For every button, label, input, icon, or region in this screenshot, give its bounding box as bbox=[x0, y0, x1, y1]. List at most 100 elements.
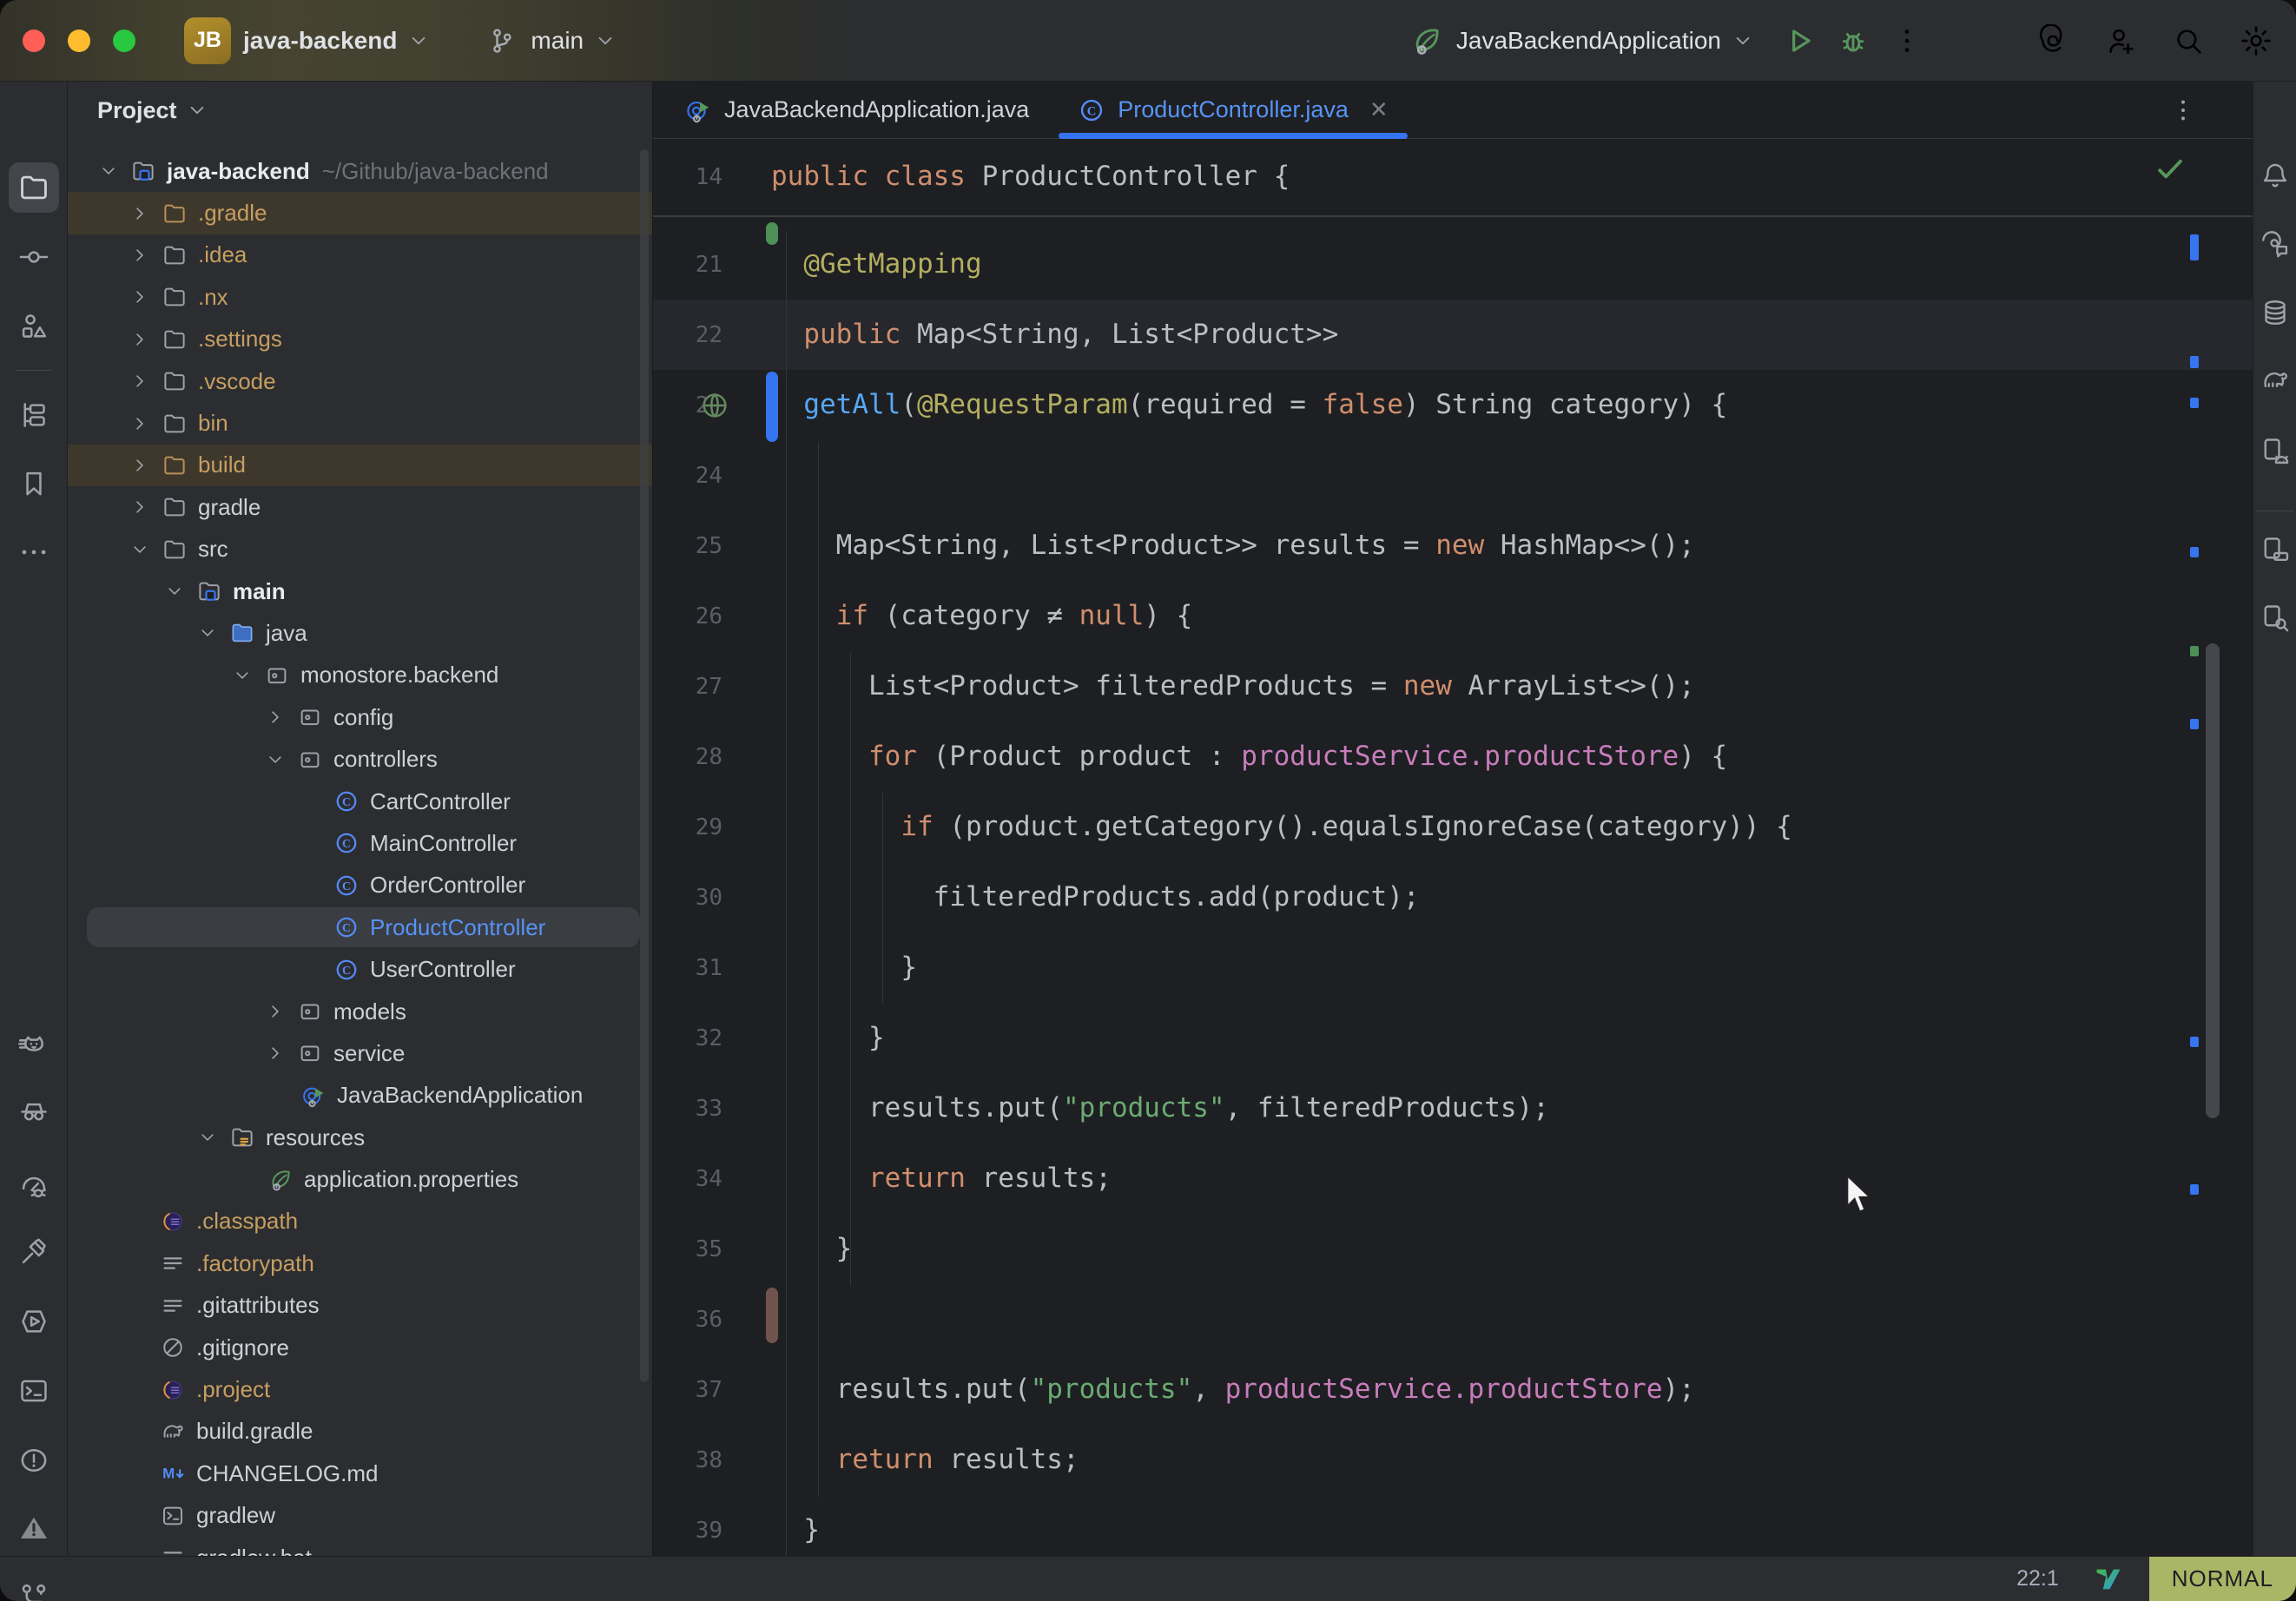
chevron-down-icon[interactable] bbox=[97, 162, 120, 180]
tree-row-gradle[interactable]: gradle bbox=[68, 486, 652, 528]
vim-mode-badge[interactable]: NORMAL bbox=[2149, 1557, 2296, 1601]
tree-row-bin[interactable]: bin bbox=[68, 402, 652, 444]
code-line-32[interactable]: 32 } bbox=[653, 1003, 2253, 1073]
tool-button-running-devices[interactable] bbox=[2255, 432, 2295, 471]
run-configuration-widget[interactable]: JavaBackendApplication bbox=[1409, 23, 1752, 58]
caret-position[interactable]: 22:1 bbox=[2016, 1566, 2059, 1591]
ideavim-icon[interactable] bbox=[2094, 1565, 2123, 1594]
tree-row--nx[interactable]: .nx bbox=[68, 276, 652, 318]
tool-button-services[interactable] bbox=[9, 1296, 59, 1347]
editor-body[interactable]: 14public class ProductController { 21 @G… bbox=[653, 139, 2253, 1556]
tool-button-structure[interactable] bbox=[9, 301, 59, 352]
tool-button-commit[interactable] bbox=[9, 232, 59, 282]
tree-row-changelog-md[interactable]: MCHANGELOG.md bbox=[68, 1453, 652, 1494]
code-line-39[interactable]: 39 } bbox=[653, 1495, 2253, 1556]
tree-row-gradlew-bat[interactable]: gradlew.bat bbox=[68, 1537, 652, 1556]
tool-button-notifications-warning[interactable] bbox=[9, 1503, 59, 1553]
tree-row--gitignore[interactable]: .gitignore bbox=[68, 1327, 652, 1368]
vcs-change-marker-added[interactable] bbox=[766, 222, 778, 245]
chevron-right-icon[interactable] bbox=[264, 708, 287, 726]
chevron-down-icon[interactable] bbox=[163, 583, 186, 600]
code-line-38[interactable]: 38 return results; bbox=[653, 1425, 2253, 1495]
tool-button-profiler[interactable] bbox=[9, 1161, 59, 1211]
chevron-right-icon[interactable] bbox=[264, 1044, 287, 1062]
project-tree-scrollbar[interactable] bbox=[640, 149, 649, 1382]
tree-row-build-gradle[interactable]: build.gradle bbox=[68, 1411, 652, 1453]
chevron-right-icon[interactable] bbox=[129, 205, 151, 222]
tool-button-terminal[interactable] bbox=[9, 1366, 59, 1416]
tree-row-resources[interactable]: resources bbox=[68, 1117, 652, 1158]
code-line-34[interactable]: 34 return results; bbox=[653, 1143, 2253, 1214]
tree-row--gitattributes[interactable]: .gitattributes bbox=[68, 1285, 652, 1327]
chevron-right-icon[interactable] bbox=[264, 1003, 287, 1020]
tree-row-models[interactable]: models bbox=[68, 991, 652, 1032]
code-line-29[interactable]: 29 if (product.getCategory().equalsIgnor… bbox=[653, 792, 2253, 862]
editor-scrollbar[interactable] bbox=[2206, 643, 2220, 1118]
tree-row-maincontroller[interactable]: CMainController bbox=[68, 822, 652, 864]
tool-button-build[interactable] bbox=[9, 1227, 59, 1277]
chevron-right-icon[interactable] bbox=[129, 331, 151, 348]
code-line-21[interactable]: 21 @GetMapping bbox=[653, 229, 2253, 300]
search-everywhere-button[interactable] bbox=[2167, 20, 2209, 62]
chevron-right-icon[interactable] bbox=[129, 415, 151, 432]
tool-button-device-explorer[interactable] bbox=[2255, 598, 2295, 638]
chevron-right-icon[interactable] bbox=[129, 498, 151, 516]
tool-button-problems[interactable] bbox=[9, 1435, 59, 1486]
settings-button[interactable] bbox=[2235, 20, 2277, 62]
tree-row--idea[interactable]: .idea bbox=[68, 234, 652, 276]
tab-productcontroller[interactable]: C ProductController.java ✕ bbox=[1053, 82, 1412, 138]
tab-javabackendapplication[interactable]: JavaBackendApplication.java bbox=[660, 82, 1053, 138]
chevron-right-icon[interactable] bbox=[129, 288, 151, 306]
chevron-down-icon[interactable] bbox=[129, 541, 151, 558]
tree-row--gradle[interactable]: .gradle bbox=[68, 192, 652, 234]
chevron-down-icon[interactable] bbox=[231, 667, 254, 684]
inspections-ok-check-icon[interactable] bbox=[2154, 153, 2187, 186]
code-line-25[interactable]: 25 Map<String, List<Product>> results = … bbox=[653, 511, 2253, 581]
tool-button-database[interactable] bbox=[2255, 293, 2295, 333]
code-line-33[interactable]: 33 results.put("products", filteredProdu… bbox=[653, 1073, 2253, 1143]
code-line-31[interactable]: 31 } bbox=[653, 932, 2253, 1003]
tree-row-java[interactable]: java bbox=[68, 612, 652, 654]
rest-endpoint-globe-icon[interactable] bbox=[698, 389, 731, 422]
chevron-down-icon[interactable] bbox=[264, 751, 287, 768]
tool-button-more-tools[interactable] bbox=[9, 527, 59, 577]
tree-row-src[interactable]: src bbox=[68, 529, 652, 570]
tree-row-cartcontroller[interactable]: CCartController bbox=[68, 781, 652, 822]
close-window-button[interactable] bbox=[23, 30, 45, 52]
code-line-37[interactable]: 37 results.put("products", productServic… bbox=[653, 1354, 2253, 1425]
tree-row-productcontroller[interactable]: CProductController bbox=[68, 906, 652, 948]
branch-widget[interactable]: main bbox=[484, 23, 615, 58]
tool-button-device-mirror[interactable] bbox=[2255, 530, 2295, 570]
project-widget[interactable]: JB java-backend bbox=[184, 17, 428, 64]
more-actions-button[interactable] bbox=[1886, 20, 1928, 62]
editor-options-kebab-icon[interactable] bbox=[2169, 96, 2197, 124]
code-line-36[interactable]: 36 bbox=[653, 1284, 2253, 1354]
code-line-35[interactable]: 35 } bbox=[653, 1214, 2253, 1284]
zoom-window-button[interactable] bbox=[113, 30, 135, 52]
tree-row-ordercontroller[interactable]: COrderController bbox=[68, 865, 652, 906]
tool-button-ai-cat[interactable] bbox=[9, 1020, 59, 1071]
tree-row-service[interactable]: service bbox=[68, 1032, 652, 1074]
chevron-down-icon[interactable] bbox=[196, 1129, 219, 1146]
chevron-down-icon[interactable] bbox=[196, 624, 219, 642]
tool-button-bookmarks[interactable] bbox=[9, 458, 59, 509]
code-line-26[interactable]: 26 if (category ≠ null) { bbox=[653, 581, 2253, 651]
code-line-23[interactable]: 23 getAll(@RequestParam(required = false… bbox=[653, 370, 2253, 440]
tool-button-version-control[interactable] bbox=[9, 1571, 59, 1601]
chevron-right-icon[interactable] bbox=[129, 457, 151, 474]
tree-row--vscode[interactable]: .vscode bbox=[68, 360, 652, 402]
sticky-code-line[interactable]: 14public class ProductController { bbox=[653, 139, 2253, 217]
chevron-right-icon[interactable] bbox=[129, 247, 151, 264]
code-line-30[interactable]: 30 filteredProducts.add(product); bbox=[653, 862, 2253, 932]
minimize-window-button[interactable] bbox=[68, 30, 90, 52]
ai-assistant-button[interactable] bbox=[2032, 20, 2074, 62]
tool-button-tool-windows[interactable] bbox=[9, 390, 59, 440]
tree-row-javabackendapplication[interactable]: JavaBackendApplication bbox=[68, 1075, 652, 1117]
tool-button-gradle[interactable] bbox=[2255, 360, 2295, 400]
vcs-change-marker-whitespace[interactable] bbox=[766, 1288, 778, 1343]
debug-button[interactable] bbox=[1832, 20, 1874, 62]
code-line-22[interactable]: 22 public Map<String, List<Product>> bbox=[653, 300, 2253, 370]
tree-row-monostore-backend[interactable]: monostore.backend bbox=[68, 655, 652, 696]
code-line-24[interactable]: 24 bbox=[653, 440, 2253, 511]
code-with-me-button[interactable] bbox=[2100, 20, 2141, 62]
